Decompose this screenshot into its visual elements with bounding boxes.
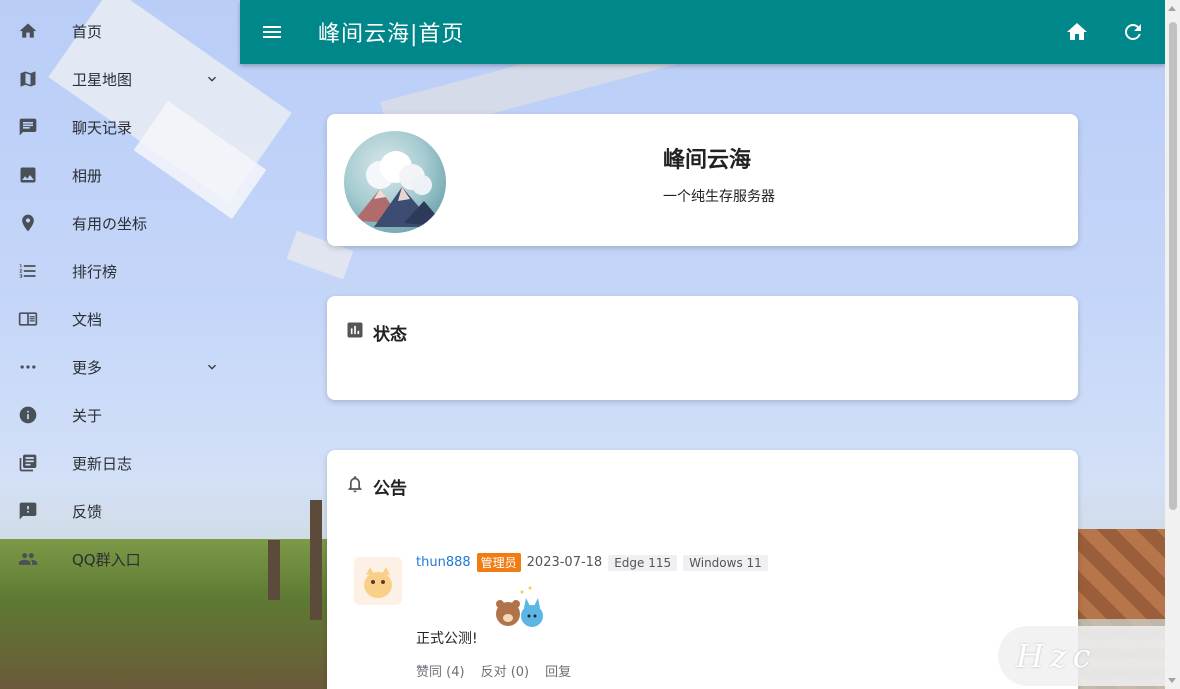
chat-icon xyxy=(18,117,38,137)
sidebar-item-label: 相册 xyxy=(72,166,103,185)
sidebar-item-about[interactable]: 关于 xyxy=(0,391,240,439)
post-text: 正式公测! xyxy=(416,631,478,647)
bell-icon xyxy=(345,474,373,499)
more-horiz-icon xyxy=(18,357,38,377)
sticker-image xyxy=(492,586,550,636)
image-icon xyxy=(18,165,38,185)
people-icon xyxy=(18,549,38,569)
home-icon[interactable] xyxy=(1065,20,1089,48)
post-date: 2023-07-18 xyxy=(526,555,603,570)
sidebar-item-label: 首页 xyxy=(72,22,103,41)
post-username[interactable]: thun888 xyxy=(416,555,471,570)
page-title: 峰间云海|首页 xyxy=(318,22,465,47)
sidebar-item-docs[interactable]: 文档 xyxy=(0,295,240,343)
status-card: 状态 xyxy=(327,296,1078,400)
top-app-bar: 峰间云海|首页 xyxy=(240,0,1165,64)
watermark-logo: Hzc xyxy=(998,626,1180,686)
reply-button[interactable]: 回复 xyxy=(545,661,571,680)
sidebar-item-leaderboard[interactable]: 排行榜 xyxy=(0,247,240,295)
library-books-icon xyxy=(18,453,38,473)
server-description: 一个纯生存服务器 xyxy=(663,189,775,205)
sidebar-item-feedback[interactable]: 反馈 xyxy=(0,487,240,535)
sidebar-item-coordinates[interactable]: 有用の坐标 xyxy=(0,199,240,247)
like-button[interactable]: 赞同 (4) xyxy=(416,661,465,680)
bar-chart-icon xyxy=(345,320,373,345)
list-numbered-icon xyxy=(18,261,38,281)
scroll-thumb[interactable] xyxy=(1169,22,1177,510)
sidebar-item-label: 关于 xyxy=(72,406,103,425)
sidebar-item-label: 更多 xyxy=(72,358,103,377)
refresh-icon[interactable] xyxy=(1121,20,1145,48)
location-pin-icon xyxy=(18,213,38,233)
avatar[interactable] xyxy=(354,557,402,605)
document-icon xyxy=(18,309,38,329)
sidebar-item-label: 有用の坐标 xyxy=(72,214,148,233)
sidebar-item-home[interactable]: 首页 xyxy=(0,7,240,55)
role-badge: 管理员 xyxy=(476,553,521,572)
server-logo xyxy=(344,131,446,233)
home-icon xyxy=(18,21,38,41)
sidebar-item-album[interactable]: 相册 xyxy=(0,151,240,199)
sidebar-item-label: 更新日志 xyxy=(72,454,133,473)
info-icon xyxy=(18,405,38,425)
browser-tag: Edge 115 xyxy=(608,554,678,571)
sidebar-item-label: 反馈 xyxy=(72,502,103,521)
sidebar-item-satellite-map[interactable]: 卫星地图 xyxy=(0,55,240,103)
chevron-down-icon[interactable] xyxy=(204,71,220,87)
sidebar-item-qq-group[interactable]: QQ群入口 xyxy=(0,535,240,583)
sidebar-item-label: 卫星地图 xyxy=(72,70,133,89)
dislike-button[interactable]: 反对 (0) xyxy=(481,661,530,680)
notice-title-text: 公告 xyxy=(373,479,407,499)
notice-card-title: 公告 xyxy=(345,474,407,499)
scroll-down-arrow-icon[interactable] xyxy=(1168,678,1176,683)
scroll-up-arrow-icon[interactable] xyxy=(1168,6,1176,11)
feedback-icon xyxy=(18,501,38,521)
server-name: 峰间云海 xyxy=(663,148,752,173)
page-scrollbar[interactable] xyxy=(1165,0,1180,689)
watermark-text: Hzc xyxy=(1016,637,1097,675)
sidebar-item-more[interactable]: 更多 xyxy=(0,343,240,391)
sidebar-nav: 首页 卫星地图 聊天记录 相册 有用の坐标 排行榜 文档 更多 关于 更新日志 xyxy=(0,0,240,689)
chevron-down-icon[interactable] xyxy=(204,359,220,375)
menu-icon[interactable] xyxy=(260,20,284,44)
sidebar-item-label: 聊天记录 xyxy=(72,118,133,137)
status-title-text: 状态 xyxy=(373,325,407,345)
map-icon xyxy=(18,69,38,89)
post-meta: thun888 管理员 2023-07-18 Edge 115 Windows … xyxy=(416,553,768,572)
sidebar-item-changelog[interactable]: 更新日志 xyxy=(0,439,240,487)
post-actions: 赞同 (4) 反对 (0) 回复 xyxy=(416,661,571,680)
sidebar-item-label: 排行榜 xyxy=(72,262,118,281)
sidebar-item-chat-log[interactable]: 聊天记录 xyxy=(0,103,240,151)
os-tag: Windows 11 xyxy=(683,554,768,571)
sidebar-item-label: 文档 xyxy=(72,310,103,329)
sidebar-item-label: QQ群入口 xyxy=(72,550,141,569)
status-card-title: 状态 xyxy=(345,320,407,345)
